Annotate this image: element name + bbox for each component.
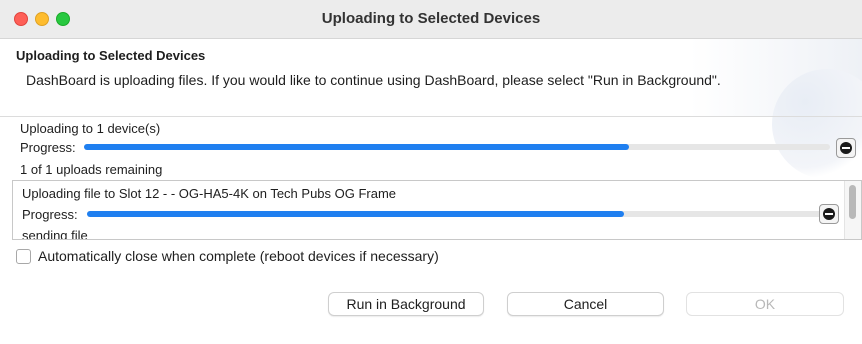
upload-list[interactable]: Uploading file to Slot 12 - - OG-HA5-4K … <box>12 180 862 240</box>
file-progress-fill <box>87 211 625 217</box>
file-upload-label: Uploading file to Slot 12 - - OG-HA5-4K … <box>22 186 397 201</box>
header-decoration <box>772 69 862 179</box>
file-progress-label: Progress: <box>22 207 78 222</box>
file-status-label: sending file <box>22 228 88 240</box>
stop-all-uploads-button[interactable] <box>836 138 856 158</box>
stop-file-upload-button[interactable] <box>819 204 839 224</box>
dialog-heading: Uploading to Selected Devices <box>16 48 206 63</box>
title-bar: Uploading to Selected Devices <box>0 0 862 39</box>
run-in-background-button[interactable]: Run in Background <box>328 292 484 316</box>
uploads-remaining-label: 1 of 1 uploads remaining <box>20 162 163 177</box>
auto-close-checkbox[interactable] <box>16 249 31 264</box>
auto-close-label[interactable]: Automatically close when complete (reboo… <box>38 248 439 264</box>
overall-progress-bar <box>84 144 830 150</box>
cancel-button[interactable]: Cancel <box>507 292 664 316</box>
stop-icon <box>840 142 852 154</box>
overall-progress-label: Progress: <box>20 140 76 155</box>
ok-button[interactable]: OK <box>686 292 844 316</box>
devices-count-label: Uploading to 1 device(s) <box>20 121 161 136</box>
dialog-description: DashBoard is uploading files. If you wou… <box>26 72 721 88</box>
window-title: Uploading to Selected Devices <box>321 10 541 27</box>
list-scrollbar-thumb[interactable] <box>849 185 856 219</box>
stop-icon <box>823 208 835 220</box>
header-separator <box>0 116 862 117</box>
overall-progress-fill <box>84 144 629 150</box>
list-scrollbar[interactable] <box>844 181 861 239</box>
file-progress-bar <box>87 211 823 217</box>
